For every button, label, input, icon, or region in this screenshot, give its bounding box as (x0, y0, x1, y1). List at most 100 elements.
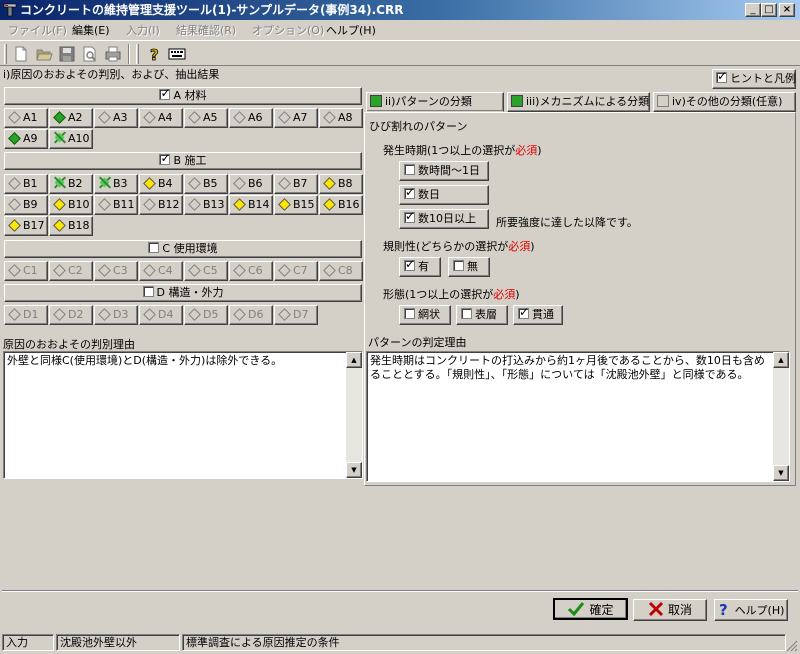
form-through-box[interactable] (518, 305, 529, 319)
menu-file[interactable]: ファイル(F) (8, 23, 67, 38)
scroll-down-icon[interactable]: ▼ (346, 462, 362, 478)
group-a-header[interactable]: A 材料 (4, 86, 362, 105)
minimize-button[interactable]: _ (745, 3, 761, 17)
group-c-header[interactable]: C 使用環境 (4, 240, 362, 258)
hint-checkbox-box[interactable] (716, 69, 727, 83)
cause-item-c8[interactable]: C8 (319, 261, 363, 281)
cause-item-a5[interactable]: A5 (184, 108, 228, 128)
cause-item-b16[interactable]: B16 (319, 195, 363, 215)
cause-item-a7[interactable]: A7 (274, 108, 318, 128)
group-b-header[interactable]: B 施工 (4, 151, 362, 170)
group-a-checkbox[interactable] (159, 86, 171, 100)
help-button[interactable]: ? ヘルプ(H) (714, 599, 788, 621)
cause-item-a4[interactable]: A4 (139, 108, 183, 128)
cause-item-d5[interactable]: D5 (184, 305, 228, 325)
cause-item-d3[interactable]: D3 (94, 305, 138, 325)
scroll-up-icon[interactable]: ▲ (346, 352, 362, 368)
cancel-button[interactable]: 取消 (633, 599, 707, 621)
cause-item-a10[interactable]: A10 (49, 129, 93, 149)
maximize-button[interactable]: □ (761, 3, 777, 17)
group-d-checkbox[interactable] (142, 286, 154, 297)
cause-item-c1[interactable]: C1 (4, 261, 48, 281)
cause-item-a8[interactable]: A8 (319, 108, 363, 128)
cause-item-b13[interactable]: B13 (184, 195, 228, 215)
cause-item-c4[interactable]: C4 (139, 261, 183, 281)
pattern-reason-scrollbar[interactable]: ▲ ▼ (773, 352, 789, 481)
cause-reason-scrollbar[interactable]: ▲ ▼ (346, 352, 362, 478)
cause-item-d6[interactable]: D6 (229, 305, 273, 325)
regularity-yes-checkbox[interactable]: 有 (399, 257, 441, 277)
toolbar-grip[interactable] (136, 44, 139, 64)
regularity-no-checkbox[interactable]: 無 (448, 257, 490, 277)
tab-mechanism[interactable]: iii)メカニズムによる分類 (507, 92, 650, 112)
occurrence-days-box[interactable] (404, 185, 415, 199)
cause-item-a2[interactable]: A2 (49, 108, 93, 128)
cause-item-c6[interactable]: C6 (229, 261, 273, 281)
cause-item-c2[interactable]: C2 (49, 261, 93, 281)
cause-item-d1[interactable]: D1 (4, 305, 48, 325)
menu-edit[interactable]: 編集(E) (72, 23, 110, 38)
regularity-no-box[interactable] (453, 260, 464, 271)
cause-item-b7[interactable]: B7 (274, 174, 318, 194)
cause-item-b18[interactable]: B18 (49, 216, 93, 236)
cause-item-c7[interactable]: C7 (274, 261, 318, 281)
hint-legend-checkbox[interactable]: ヒントと凡例 (712, 69, 796, 89)
menu-results[interactable]: 結果確認(R) (176, 23, 236, 38)
print-icon[interactable] (104, 45, 122, 63)
confirm-button[interactable]: 確定 (553, 598, 628, 620)
cause-item-b15[interactable]: B15 (274, 195, 318, 215)
cause-item-c3[interactable]: C3 (94, 261, 138, 281)
occurrence-hours-box[interactable] (404, 164, 415, 175)
tab-other[interactable]: iv)その他の分類(任意) (653, 92, 796, 112)
keyboard-icon[interactable] (168, 45, 186, 63)
cause-item-b3[interactable]: B3 (94, 174, 138, 194)
app-icon[interactable] (3, 3, 17, 17)
cause-item-b12[interactable]: B12 (139, 195, 183, 215)
occurrence-days-checkbox[interactable]: 数日 (399, 185, 489, 205)
toolbar-grip[interactable] (4, 44, 7, 64)
cause-item-b11[interactable]: B11 (94, 195, 138, 215)
help-icon[interactable]: ? (146, 45, 164, 63)
pattern-reason-textarea[interactable]: 発生時期はコンクリートの打込みから約1ヶ月後であることから、数10日も含めること… (366, 351, 790, 482)
cause-item-b1[interactable]: B1 (4, 174, 48, 194)
cause-item-b14[interactable]: B14 (229, 195, 273, 215)
cause-item-b5[interactable]: B5 (184, 174, 228, 194)
scroll-down-icon[interactable]: ▼ (773, 465, 789, 481)
cause-item-a6[interactable]: A6 (229, 108, 273, 128)
cause-reason-textarea[interactable]: 外壁と同様C(使用環境)とD(構造・外力)は除外できる。 ▲ ▼ (3, 351, 363, 479)
menu-help[interactable]: ヘルプ(H) (326, 23, 376, 38)
scroll-up-icon[interactable]: ▲ (773, 352, 789, 368)
occurrence-tens-days-checkbox[interactable]: 数10日以上 (399, 209, 489, 229)
menu-input[interactable]: 入力(I) (126, 23, 160, 38)
cause-item-b17[interactable]: B17 (4, 216, 48, 236)
occurrence-hours-checkbox[interactable]: 数時間〜1日 (399, 161, 489, 181)
cause-item-d7[interactable]: D7 (274, 305, 318, 325)
cause-item-b6[interactable]: B6 (229, 174, 273, 194)
cause-item-b9[interactable]: B9 (4, 195, 48, 215)
open-folder-icon[interactable] (35, 45, 53, 63)
form-mesh-box[interactable] (404, 308, 415, 319)
form-mesh-checkbox[interactable]: 網状 (399, 305, 451, 325)
cause-item-d2[interactable]: D2 (49, 305, 93, 325)
cause-item-c5[interactable]: C5 (184, 261, 228, 281)
occurrence-tens-days-box[interactable] (404, 209, 415, 223)
cause-item-b8[interactable]: B8 (319, 174, 363, 194)
new-file-icon[interactable] (12, 45, 30, 63)
print-preview-icon[interactable] (81, 45, 99, 63)
title-bar[interactable]: コンクリートの維持管理支援ツール(1)-サンプルデータ(事例34).CRR (0, 0, 800, 20)
form-surface-box[interactable] (461, 308, 472, 319)
form-through-checkbox[interactable]: 貫通 (513, 305, 563, 325)
cause-item-a3[interactable]: A3 (94, 108, 138, 128)
cause-item-a1[interactable]: A1 (4, 108, 48, 128)
group-b-checkbox[interactable] (159, 151, 171, 165)
menu-options[interactable]: オプション(O) (252, 23, 324, 38)
group-d-header[interactable]: D 構造・外力 (4, 284, 362, 302)
cause-item-a9[interactable]: A9 (4, 129, 48, 149)
resize-grip-icon[interactable] (786, 640, 798, 652)
form-surface-checkbox[interactable]: 表層 (456, 305, 508, 325)
cause-item-b10[interactable]: B10 (49, 195, 93, 215)
cause-item-d4[interactable]: D4 (139, 305, 183, 325)
close-window-button[interactable]: × (779, 3, 795, 17)
cause-item-b2[interactable]: B2 (49, 174, 93, 194)
group-c-checkbox[interactable] (148, 242, 160, 253)
